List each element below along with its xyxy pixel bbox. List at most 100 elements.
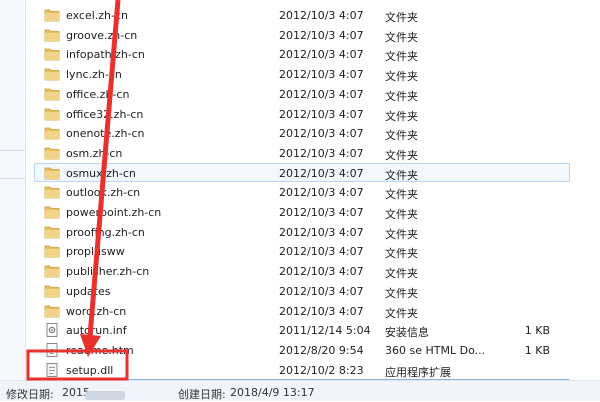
file-name: proplusww <box>66 245 125 259</box>
folder-icon <box>44 185 60 199</box>
file-name: lync.zh-cn <box>66 68 122 82</box>
blurred-text <box>85 391 125 400</box>
file-modified-date: 2012/10/3 4:07 <box>279 127 364 141</box>
file-type: 文件夹 <box>385 50 418 64</box>
file-row[interactable]: osm.zh-cn 2012/10/3 4:07 文件夹 <box>34 143 570 162</box>
file-type: 文件夹 <box>385 267 418 281</box>
folder-icon <box>44 8 60 22</box>
file-modified-date: 2012/10/3 4:07 <box>279 186 364 200</box>
folder-icon <box>44 87 60 101</box>
file-name: office32.zh-cn <box>66 107 144 121</box>
file-type: 文件夹 <box>385 109 418 123</box>
folder-icon <box>44 284 60 298</box>
file-name: proofing.zh-cn <box>66 225 145 239</box>
file-row[interactable]: updates 2012/10/3 4:07 文件夹 <box>34 281 570 300</box>
file-modified-date: 2012/10/3 4:07 <box>279 107 364 121</box>
file-modified-date: 2012/10/3 4:07 <box>279 206 364 219</box>
file-row[interactable]: groove.zh-cn 2012/10/3 4:07 文件夹 <box>34 25 570 44</box>
file-name: osmux.zh-cn <box>66 166 136 180</box>
setup-info-icon <box>44 323 60 338</box>
file-modified-date: 2012/10/3 4:07 <box>279 48 364 62</box>
file-name: onenote.zh-cn <box>66 127 145 141</box>
dll-file-icon <box>44 362 60 377</box>
file-row[interactable]: powerpoint.zh-cn 2012/10/3 4:07 文件夹 <box>34 202 570 221</box>
file-type: 文件夹 <box>385 286 418 300</box>
file-name: excel.zh-cn <box>66 9 128 22</box>
nav-divider <box>0 178 25 179</box>
file-name: powerpoint.zh-cn <box>66 206 162 219</box>
file-row[interactable]: word.zh-cn 2012/10/3 4:07 文件夹 <box>34 301 570 320</box>
file-modified-date: 2012/10/3 4:07 <box>279 87 364 101</box>
file-row[interactable]: e readme.htm 2012/8/20 9:54 360 se HTML Do.… <box>34 340 570 359</box>
file-row[interactable]: osmux.zh-cn 2012/10/3 4:07 文件夹 <box>34 162 570 182</box>
file-modified-date: 2012/10/3 4:07 <box>279 225 364 239</box>
file-row[interactable]: publisher.zh-cn 2012/10/3 4:07 文件夹 <box>34 261 570 280</box>
folder-icon <box>44 67 60 81</box>
folder-icon <box>44 146 60 160</box>
folder-icon <box>44 244 60 258</box>
file-type: 文件夹 <box>385 148 418 162</box>
file-row[interactable]: setup.dll 2012/10/2 8:23 应用程序扩展 <box>34 360 570 379</box>
file-row[interactable]: office.zh-cn 2012/10/3 4:07 文件夹 <box>34 84 570 103</box>
file-row[interactable]: autorun.inf 2011/12/14 5:04 安装信息 1 KB <box>34 320 570 339</box>
folder-icon <box>44 304 60 318</box>
folder-icon <box>44 205 60 219</box>
folder-icon <box>44 126 60 140</box>
file-type: 安装信息 <box>385 326 429 340</box>
file-name: outlook.zh-cn <box>66 186 141 200</box>
folder-icon <box>44 47 60 61</box>
file-row[interactable]: onenote.zh-cn 2012/10/3 4:07 文件夹 <box>34 123 570 142</box>
file-list[interactable]: excel.zh-cn 2012/10/3 4:07 文件夹 groove.zh-cn… <box>26 0 600 380</box>
folder-icon <box>44 264 60 278</box>
file-type: 文件夹 <box>385 30 418 44</box>
file-name: infopath.zh-cn <box>66 48 145 62</box>
file-type: 文件夹 <box>385 11 418 24</box>
file-row[interactable]: excel.zh-cn 2012/10/3 4:07 文件夹 <box>34 5 570 24</box>
folder-icon <box>44 28 60 42</box>
file-type: 360 se HTML Do... <box>385 343 486 357</box>
file-modified-date: 2012/10/3 4:07 <box>279 304 364 318</box>
file-name: groove.zh-cn <box>66 28 138 42</box>
file-name: osm.zh-cn <box>66 146 123 160</box>
file-size: 1 KB <box>524 343 550 357</box>
file-size: 1 KB <box>524 324 550 338</box>
file-type: 文件夹 <box>385 208 418 221</box>
file-modified-date: 2012/10/3 4:07 <box>279 166 364 180</box>
file-modified-date: 2012/10/3 4:07 <box>279 9 364 22</box>
file-type: 文件夹 <box>385 89 418 103</box>
file-row[interactable]: outlook.zh-cn 2012/10/3 4:07 文件夹 <box>34 182 570 201</box>
file-modified-date: 2012/10/3 4:07 <box>279 146 364 160</box>
html-file-icon: e <box>44 342 60 357</box>
file-modified-date: 2012/10/3 4:07 <box>279 68 364 82</box>
file-row[interactable]: infopath.zh-cn 2012/10/3 4:07 文件夹 <box>34 44 570 63</box>
file-name: readme.htm <box>66 343 134 357</box>
file-modified-date: 2012/10/3 4:07 <box>279 284 364 298</box>
file-name: publisher.zh-cn <box>66 265 150 279</box>
file-modified-date: 2012/10/2 8:23 <box>279 363 364 377</box>
folder-icon <box>44 107 60 121</box>
file-type: 文件夹 <box>385 70 418 84</box>
created-date-value: 2018/4/9 13:17 <box>230 386 315 399</box>
file-modified-date: 2012/10/3 4:07 <box>279 265 364 279</box>
file-type: 文件夹 <box>385 306 418 320</box>
file-row[interactable]: proofing.zh-cn 2012/10/3 4:07 文件夹 <box>34 222 570 241</box>
file-type: 文件夹 <box>385 247 418 261</box>
file-modified-date: 2012/10/3 4:07 <box>279 245 364 259</box>
nav-divider <box>0 150 25 151</box>
file-row[interactable]: lync.zh-cn 2012/10/3 4:07 文件夹 <box>34 64 570 83</box>
file-modified-date: 2012/10/3 4:07 <box>279 28 364 42</box>
file-name: setup.dll <box>66 363 114 377</box>
modified-date-value: 2015 <box>62 386 125 400</box>
file-type: 文件夹 <box>385 227 418 241</box>
file-type: 应用程序扩展 <box>385 365 451 379</box>
file-name: autorun.inf <box>66 324 127 338</box>
navigation-pane[interactable] <box>0 0 26 380</box>
file-row[interactable]: proplusww 2012/10/3 4:07 文件夹 <box>34 241 570 260</box>
folder-icon <box>44 225 60 239</box>
svg-text:e: e <box>49 347 55 357</box>
file-type: 文件夹 <box>385 188 418 202</box>
file-modified-date: 2011/12/14 5:04 <box>279 324 371 338</box>
file-type: 文件夹 <box>385 168 418 182</box>
file-row[interactable]: office32.zh-cn 2012/10/3 4:07 文件夹 <box>34 104 570 123</box>
file-name: office.zh-cn <box>66 87 130 101</box>
